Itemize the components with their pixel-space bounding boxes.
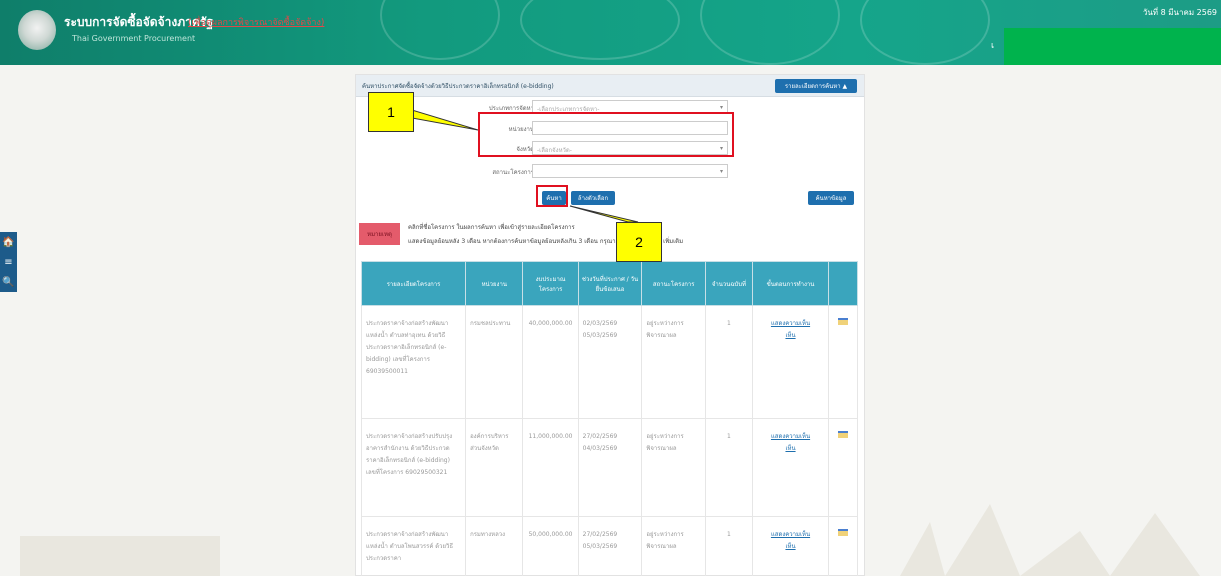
callout-arrows: [411, 109, 639, 223]
callout-one: 1: [368, 92, 414, 132]
callout-two: 2: [616, 222, 662, 262]
callout-one-arrow: [411, 109, 479, 131]
callout-two-arrow: [569, 205, 639, 223]
